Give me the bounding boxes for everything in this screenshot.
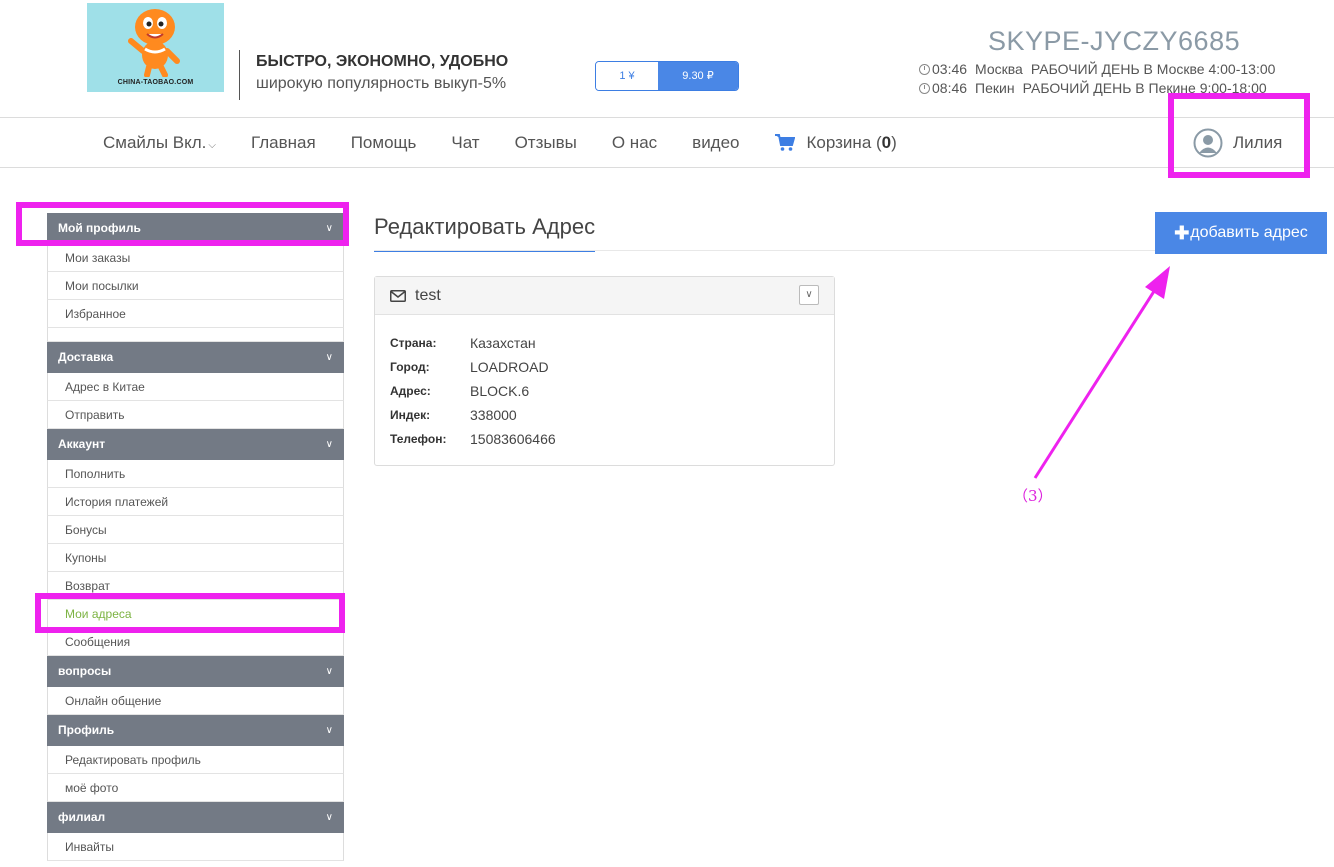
annotation-arrow — [1033, 266, 1170, 479]
annotation-step-label: （3） — [1013, 487, 1053, 505]
